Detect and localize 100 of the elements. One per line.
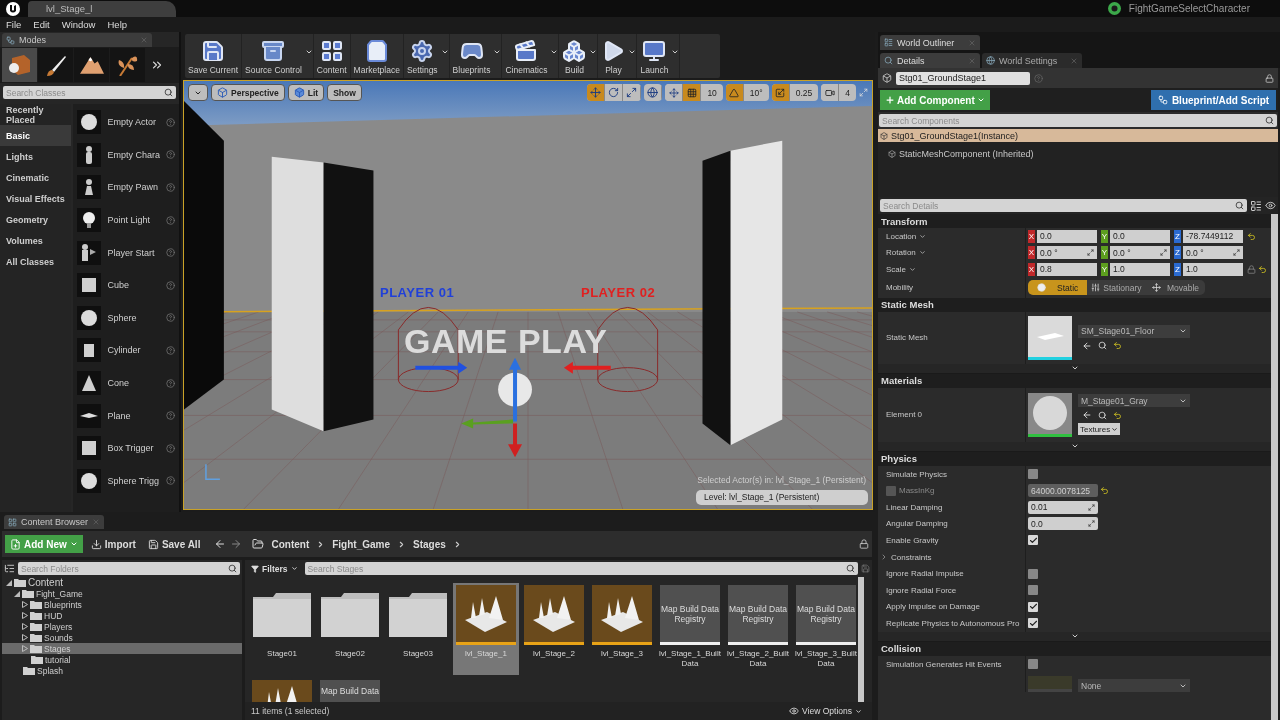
toolbar-button[interactable]: Blueprints [449, 34, 494, 78]
vector-field[interactable]: 0.0 ° [1037, 246, 1097, 260]
toolbar-button[interactable]: Settings [403, 34, 441, 78]
blueprint-button[interactable]: Blueprint/Add Script [1151, 90, 1276, 110]
textures-button[interactable]: Textures [1078, 423, 1121, 436]
folder-tree-item[interactable]: Players [2, 621, 242, 632]
folder-tree-item[interactable]: tutorial [2, 654, 242, 665]
asset-tile[interactable]: Stage02 [317, 583, 383, 675]
search-field[interactable]: Search Stages [304, 562, 858, 575]
property-label[interactable]: Rotation [878, 244, 1026, 262]
category-item[interactable]: Basic [0, 125, 72, 146]
actor-label[interactable]: Sphere [107, 312, 160, 323]
folder-tree-item[interactable]: Fight_Game [2, 588, 242, 599]
category-item[interactable]: Geometry [0, 209, 72, 230]
actor-label[interactable]: Empty Pawn [107, 182, 160, 193]
folder-tree-item[interactable]: Content [2, 577, 242, 588]
toolbar-button[interactable]: Build [559, 34, 590, 78]
actor-name-field[interactable]: Stg01_GroundStage1 [896, 71, 1030, 85]
import-button[interactable]: Import [86, 535, 140, 553]
view-options-button[interactable]: View Options [785, 702, 866, 720]
filters-button[interactable]: Filters [247, 562, 302, 575]
search-field[interactable]: Search Details [880, 199, 1247, 212]
toolbar-button[interactable]: Cinematics [502, 34, 551, 78]
section-header[interactable]: Transform [878, 214, 1271, 228]
component-item[interactable]: StaticMeshComponent (Inherited) [878, 147, 1278, 160]
asset-tile[interactable]: lvl_Stage_3 [589, 583, 655, 675]
panel-tab[interactable]: World Settings [982, 53, 1082, 68]
actor-label[interactable]: Cylinder [107, 345, 160, 356]
number-field[interactable]: 64000.0078125 [1028, 484, 1098, 498]
panel-tab[interactable]: Modes [2, 33, 152, 47]
vector-field[interactable]: -78.7449112 [1183, 229, 1243, 243]
category-item[interactable]: All Classes [0, 251, 72, 272]
category-item[interactable]: Recently Placed [0, 104, 72, 125]
folder-tree-item[interactable]: Stages [2, 643, 242, 654]
folder-tree-item[interactable]: HUD [2, 610, 242, 621]
folder-tree-item[interactable]: Sounds [2, 632, 242, 643]
asset-dropdown[interactable]: None [1078, 679, 1190, 693]
category-item[interactable]: Volumes [0, 230, 72, 251]
actor-label[interactable]: Empty Actor [107, 117, 160, 128]
number-field[interactable]: 0.0 [1028, 517, 1098, 531]
panel-tab[interactable]: World Outliner [880, 35, 980, 50]
actor-label[interactable]: Box Trigger [107, 443, 160, 454]
save-all-button[interactable]: Save All [143, 535, 205, 553]
vector-field[interactable]: 0.0 [1110, 229, 1170, 243]
menu-item[interactable]: Edit [33, 19, 50, 30]
asset-tile[interactable]: Map Build Data Registry lvl_Stage_1_Built Data [657, 583, 723, 675]
asset-tile[interactable]: Map Build Data Registry lvl_Stage_3_Built Data [793, 583, 858, 675]
actor-label[interactable]: Sphere Trigg [107, 475, 160, 486]
category-item[interactable]: Cinematic [0, 167, 72, 188]
menu-item[interactable]: Window [61, 19, 96, 30]
toolbar-button[interactable]: Source Control [242, 34, 305, 78]
mobility-option[interactable]: Stationary [1087, 280, 1146, 296]
category-item[interactable]: Lights [0, 146, 72, 167]
search-field[interactable]: Search Folders [18, 562, 240, 575]
actor-label[interactable]: Empty Chara [107, 149, 160, 160]
number-field[interactable]: 0.01 [1028, 500, 1098, 514]
actor-label[interactable]: Point Light [107, 215, 160, 226]
asset-tile[interactable]: Stage03 [385, 583, 451, 675]
property-label[interactable]: Scale [878, 261, 1026, 278]
actor-label[interactable]: Player Start [107, 247, 160, 258]
vector-field[interactable]: 1.0 [1183, 263, 1243, 276]
asset-tile[interactable]: lvl_Stage_2 [521, 583, 587, 675]
toolbar-button[interactable]: Save Current [185, 34, 242, 78]
category-item[interactable]: Visual Effects [0, 188, 72, 209]
mobility-option[interactable]: Static [1028, 280, 1087, 296]
view-mode-button[interactable]: Lit [287, 84, 325, 101]
panel-tab[interactable]: Content Browser [4, 515, 104, 529]
menu-item[interactable]: File [6, 19, 22, 30]
vector-field[interactable]: 0.0 [1037, 229, 1097, 243]
vector-field[interactable]: 0.8 [1037, 263, 1097, 276]
breadcrumb-item[interactable]: Fight_Game [329, 535, 393, 553]
search-field[interactable]: Search Components [879, 114, 1277, 127]
folder-tree-item[interactable]: Blueprints [2, 599, 242, 610]
asset-dropdown[interactable]: M_Stage01_Gray [1078, 394, 1190, 408]
folder-tree-item[interactable]: Splash [2, 665, 242, 676]
vector-field[interactable]: 1.0 [1110, 263, 1170, 276]
document-tab[interactable]: lvl_Stage_l [28, 1, 176, 17]
breadcrumb-item[interactable]: Stages [410, 535, 449, 553]
panel-tab[interactable]: Details [880, 53, 980, 68]
actor-label[interactable]: Cube [107, 280, 160, 291]
breadcrumb-item[interactable]: Content [268, 535, 313, 553]
property-label[interactable]: Location [878, 228, 1026, 245]
property-group[interactable]: Constraints [878, 548, 1026, 566]
section-header[interactable]: Static Mesh [878, 297, 1271, 312]
view-mode-button[interactable]: Show [327, 84, 362, 101]
component-item[interactable]: Stg01_GroundStage1(Instance) [878, 129, 1278, 142]
search-field[interactable]: Search Classes [3, 86, 176, 99]
toolbar-button[interactable]: Content [313, 34, 350, 78]
actor-label[interactable]: Plane [107, 410, 160, 421]
menu-item[interactable]: Help [107, 19, 128, 30]
toolbar-button[interactable]: Marketplace [350, 34, 403, 78]
asset-dropdown[interactable]: SM_Stage01_Floor [1078, 324, 1190, 338]
vector-field[interactable]: 0.0 ° [1183, 246, 1243, 260]
toolbar-button[interactable]: Launch [637, 34, 672, 78]
asset-tile[interactable]: Map Build Data [317, 678, 383, 702]
vector-field[interactable]: 0.0 ° [1110, 246, 1170, 260]
asset-tile[interactable]: Stage01 [249, 583, 315, 675]
mobility-option[interactable]: Movable [1146, 280, 1205, 296]
actor-label[interactable]: Cone [107, 378, 160, 389]
toolbar-button[interactable]: Play [598, 34, 629, 78]
